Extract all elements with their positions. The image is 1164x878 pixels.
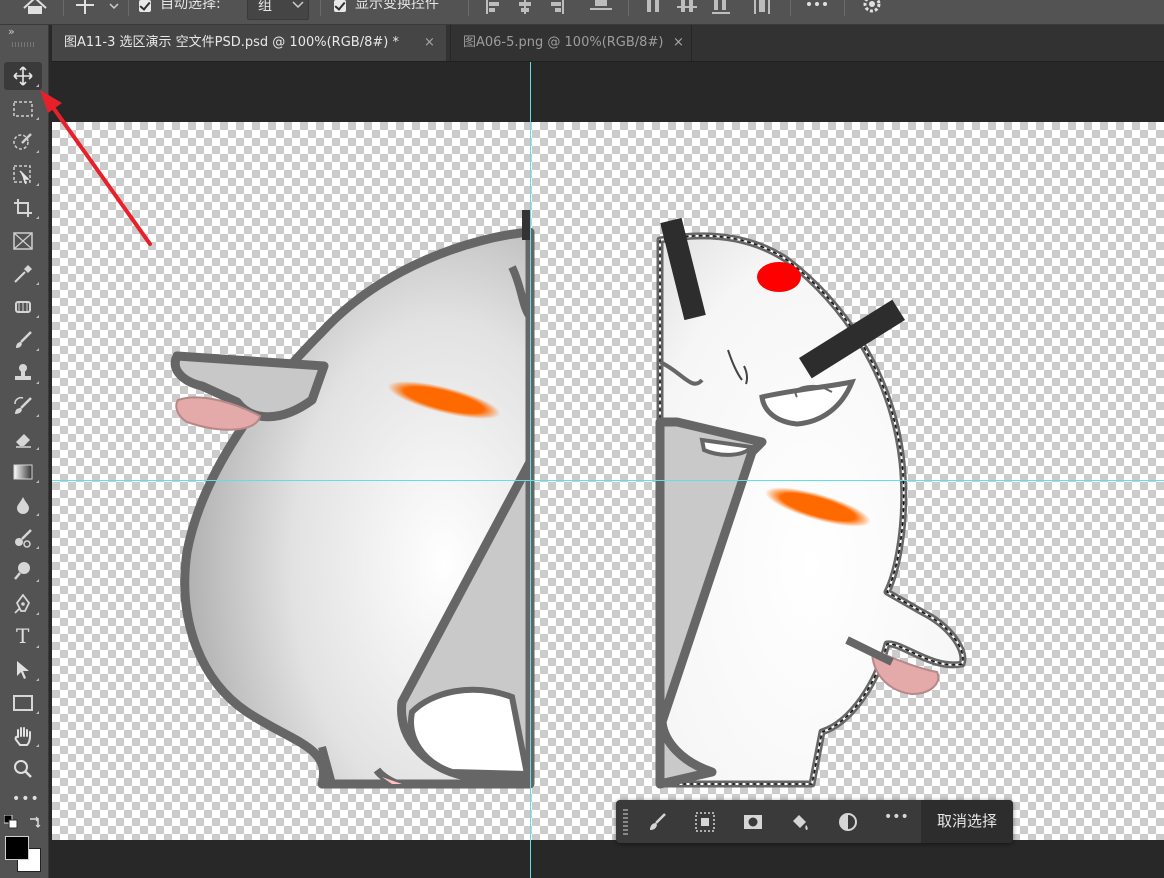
type-icon: T	[16, 624, 30, 648]
right-character	[655, 217, 967, 789]
distribute-spacing-icon[interactable]	[754, 0, 770, 18]
separator	[790, 0, 791, 16]
transform-selection-icon[interactable]	[695, 812, 715, 832]
show-transform-label: 显示变换控件	[355, 0, 439, 12]
blur-tool[interactable]	[4, 491, 42, 519]
chevron-down-icon	[292, 1, 304, 9]
eraser-tool[interactable]	[4, 425, 42, 453]
gear-icon[interactable]	[862, 0, 882, 18]
path-arrow-icon	[17, 661, 29, 679]
taskbar-grip[interactable]	[623, 809, 628, 835]
deselect-button[interactable]: 取消选择	[921, 800, 1013, 843]
more-tools[interactable]: •••	[4, 788, 42, 816]
history-brush-tool[interactable]	[4, 392, 42, 420]
default-colors-icon[interactable]	[3, 814, 18, 829]
more-options-icon[interactable]	[806, 0, 828, 18]
horizontal-guide[interactable]	[52, 480, 1164, 481]
adjustment-icon[interactable]	[838, 812, 858, 832]
brush-tool[interactable]	[4, 326, 42, 354]
rectangle-tool[interactable]	[4, 689, 42, 717]
eyedropper-tool[interactable]	[4, 260, 42, 288]
annotation-arrow	[40, 90, 152, 246]
close-icon[interactable]: ×	[424, 25, 435, 61]
type-tool[interactable]: T	[4, 623, 42, 651]
separator	[628, 0, 629, 16]
close-icon[interactable]: ×	[673, 25, 684, 61]
swap-colors-icon[interactable]	[28, 814, 42, 828]
gradient-icon	[13, 464, 33, 480]
eyedropper-icon	[14, 265, 32, 283]
align-top-icon[interactable]	[590, 0, 612, 18]
vertical-guide[interactable]	[530, 62, 531, 878]
hand-tool[interactable]	[4, 722, 42, 750]
mask-icon[interactable]	[743, 812, 763, 832]
magnifier-icon	[14, 760, 32, 778]
dodge-icon	[14, 562, 30, 580]
document-tab-bar: 图A11-3 选区演示 空文件PSD.psd @ 100%(RGB/8#) * …	[52, 25, 1164, 62]
show-transform-checkbox[interactable]	[334, 0, 346, 12]
pen-tool[interactable]	[4, 590, 42, 618]
left-character	[170, 210, 535, 789]
more-icon[interactable]: •••	[884, 809, 909, 825]
fill-icon[interactable]	[790, 812, 810, 832]
mixer-tool[interactable]	[4, 524, 42, 552]
history-brush-icon	[14, 396, 32, 414]
distribute-bottom-icon[interactable]	[712, 0, 730, 18]
healing-brush-tool[interactable]	[4, 293, 42, 321]
auto-select-target-value: 组	[258, 0, 272, 14]
tab-document-2[interactable]: 图A06-5.png @ 100%(RGB/8#) ×	[450, 25, 692, 61]
path-selection-tool[interactable]	[4, 656, 42, 684]
clone-stamp-tool[interactable]	[4, 359, 42, 387]
gradient-tool[interactable]	[4, 458, 42, 486]
align-left-icon[interactable]	[484, 0, 502, 18]
dodge-tool[interactable]	[4, 557, 42, 585]
document-canvas[interactable]	[52, 122, 1164, 840]
brush-selection-icon[interactable]	[648, 812, 668, 832]
more-icon: •••	[12, 791, 40, 807]
foreground-color-swatch[interactable]	[5, 836, 29, 860]
eraser-icon	[16, 434, 31, 448]
pen-icon	[14, 594, 31, 614]
zoom-tool[interactable]	[4, 755, 42, 783]
mixer-brush-icon	[15, 529, 32, 548]
rectangle-icon	[13, 695, 33, 711]
tab-label: 图A06-5.png @ 100%(RGB/8#)	[463, 35, 664, 50]
separator	[844, 0, 845, 16]
hand-icon	[14, 727, 31, 746]
bandage-icon	[15, 301, 31, 313]
align-right-icon[interactable]	[548, 0, 566, 18]
align-center-icon[interactable]	[516, 0, 534, 18]
separator	[468, 0, 469, 16]
brush-icon	[16, 331, 32, 348]
artwork	[170, 210, 967, 789]
auto-select-target-dropdown[interactable]: 组	[247, 0, 309, 20]
separator	[320, 0, 321, 16]
contextual-task-bar: ••• 取消选择	[616, 800, 1013, 843]
drop-icon	[17, 497, 29, 514]
distribute-center-icon[interactable]	[677, 0, 697, 18]
stamp-icon	[15, 364, 31, 380]
distribute-left-icon[interactable]	[645, 0, 663, 18]
